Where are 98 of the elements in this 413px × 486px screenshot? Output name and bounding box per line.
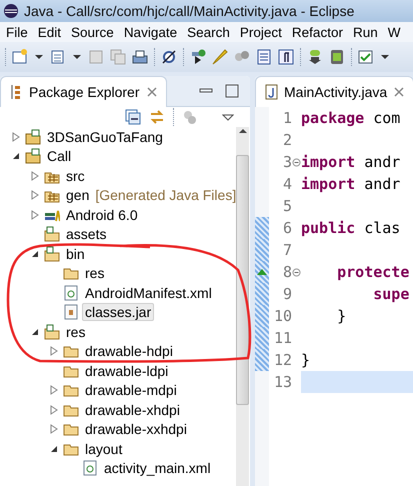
line-number: 9	[282, 285, 292, 303]
jar-icon	[63, 304, 79, 320]
caret-icon[interactable]	[72, 53, 82, 61]
scroll-thumb[interactable]	[236, 155, 250, 405]
maximize-icon[interactable]	[224, 83, 240, 99]
menu-item[interactable]: W	[384, 24, 406, 40]
tree-item[interactable]: bin	[63, 244, 88, 263]
file-icon	[63, 284, 79, 301]
tree-item[interactable]: AndroidManifest.xml	[82, 284, 215, 302]
line-number: 11	[274, 329, 292, 347]
expand-arrow-icon[interactable]	[31, 170, 39, 181]
line-number: 8	[282, 263, 292, 281]
tree-item-decoration: [Generated Java Files]	[95, 187, 236, 204]
line-number: 10	[274, 307, 292, 325]
menu-item[interactable]: Source	[67, 24, 120, 40]
project-icon	[25, 148, 41, 164]
expand-arrow-icon[interactable]	[50, 404, 58, 415]
device-icon[interactable]	[329, 49, 345, 65]
link-icon[interactable]	[149, 109, 165, 125]
tree-item[interactable]: drawable-mdpi	[82, 381, 180, 400]
close-icon[interactable]	[393, 86, 406, 98]
expand-arrow-icon[interactable]	[50, 385, 58, 396]
tree-item[interactable]: res	[63, 322, 88, 341]
brush-icon[interactable]	[212, 49, 228, 65]
tree-item[interactable]: gen	[63, 186, 92, 204]
code-line: import andr	[301, 153, 400, 171]
eclipse-logo-icon	[3, 3, 19, 19]
view-tab[interactable]: Package Explorer	[0, 76, 167, 106]
line-number: 1	[282, 109, 292, 127]
expand-arrow-icon[interactable]	[50, 424, 58, 434]
close-icon[interactable]	[146, 86, 158, 98]
line-number: 7	[282, 241, 292, 259]
menu-item[interactable]: Search	[183, 24, 236, 40]
fold-icon[interactable]	[292, 158, 301, 166]
menu-item[interactable]: File	[2, 24, 34, 40]
editor-tab[interactable]: MainActivity.java	[255, 76, 413, 106]
scrollbar[interactable]	[236, 127, 250, 486]
tree-item[interactable]: drawable-ldpi	[82, 362, 172, 380]
java-file-icon[interactable]	[264, 84, 278, 100]
menu-item[interactable]: Project	[236, 24, 288, 40]
tree-item[interactable]: classes.jar	[82, 303, 154, 322]
download-icon[interactable]	[307, 49, 323, 65]
menu-item[interactable]: Refactor	[288, 24, 349, 40]
line-number: 3	[282, 153, 292, 171]
folder-icon	[44, 246, 60, 262]
code-line: package com	[301, 109, 400, 127]
collapse-arrow-icon[interactable]	[31, 250, 39, 258]
tree-item[interactable]: Call	[44, 147, 74, 166]
print-icon[interactable]	[132, 49, 148, 65]
tree-item[interactable]: Android 6.0	[63, 206, 141, 224]
document-icon[interactable]	[256, 49, 272, 65]
collapse-arrow-icon[interactable]	[12, 152, 20, 160]
collapse-arrow-icon[interactable]	[50, 444, 58, 453]
new-icon[interactable]	[12, 49, 28, 65]
file-icon	[82, 460, 98, 476]
menu-item[interactable]: Navigate	[120, 24, 184, 40]
folder-icon	[44, 324, 60, 340]
collapse-all-icon[interactable]	[125, 109, 141, 125]
new-type-icon[interactable]	[50, 49, 66, 65]
caret-icon[interactable]	[380, 53, 390, 61]
tree-item[interactable]: activity_main.xml	[101, 459, 214, 478]
tree-item[interactable]: assets	[63, 225, 110, 244]
code-line: }	[301, 351, 310, 369]
fold-icon[interactable]	[292, 268, 301, 276]
line-number: 4	[282, 175, 292, 193]
expand-arrow-icon[interactable]	[31, 190, 39, 200]
tree-item[interactable]: drawable-xhdpi	[82, 400, 183, 419]
line-number: 5	[282, 197, 292, 215]
tree-item[interactable]: layout	[82, 440, 126, 458]
view-menu-icon[interactable]	[222, 112, 234, 122]
tree-item[interactable]: 3DSanGuoTaFang	[44, 128, 166, 146]
tree-item[interactable]: src	[63, 166, 88, 185]
folder-icon	[44, 226, 60, 242]
breakpoint-icon[interactable]	[161, 49, 177, 65]
tree-item[interactable]: drawable-xxhdpi	[82, 420, 190, 438]
run-icon[interactable]	[190, 49, 206, 65]
code-line: import andr	[301, 175, 400, 193]
line-number: 2	[282, 131, 292, 149]
code-line: }	[336, 307, 346, 325]
menu-item[interactable]: Edit	[34, 24, 68, 40]
caret-icon[interactable]	[34, 53, 44, 61]
expand-arrow-icon[interactable]	[12, 132, 20, 142]
expand-arrow-icon[interactable]	[50, 346, 58, 356]
line-number: 13	[274, 373, 292, 391]
menu-item[interactable]: Run	[348, 24, 384, 40]
checkbox-icon[interactable]	[358, 49, 374, 65]
collapse-arrow-icon[interactable]	[31, 328, 39, 336]
code-line: public clas	[301, 219, 400, 237]
project-icon	[25, 128, 41, 145]
code-line: protecte	[336, 263, 410, 281]
code-line: supe	[372, 285, 410, 303]
window-title: Java - Call/src/com/hjc/call/MainActivity.java - Eclipse	[24, 3, 354, 19]
line-number: 12	[274, 351, 292, 369]
line-number: 6	[282, 219, 292, 237]
package-explorer-icon[interactable]	[9, 84, 23, 100]
expand-arrow-icon[interactable]	[31, 210, 39, 220]
tree-item[interactable]: drawable-hdpi	[82, 342, 176, 360]
tree-item[interactable]: res	[82, 264, 108, 282]
